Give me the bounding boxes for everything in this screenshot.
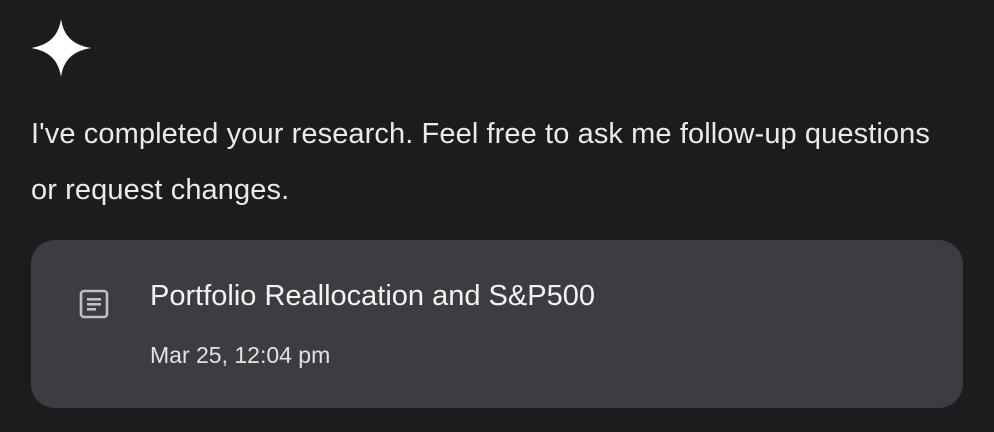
research-report-card[interactable]: Portfolio Reallocation and S&P500 Mar 25… — [31, 240, 963, 408]
document-icon — [79, 289, 109, 319]
report-date: Mar 25, 12:04 pm — [150, 342, 331, 368]
report-title: Portfolio Reallocation and S&P500 — [150, 280, 595, 312]
assistant-message: I've completed your research. Feel free … — [31, 118, 930, 206]
sparkle-icon — [31, 19, 91, 77]
